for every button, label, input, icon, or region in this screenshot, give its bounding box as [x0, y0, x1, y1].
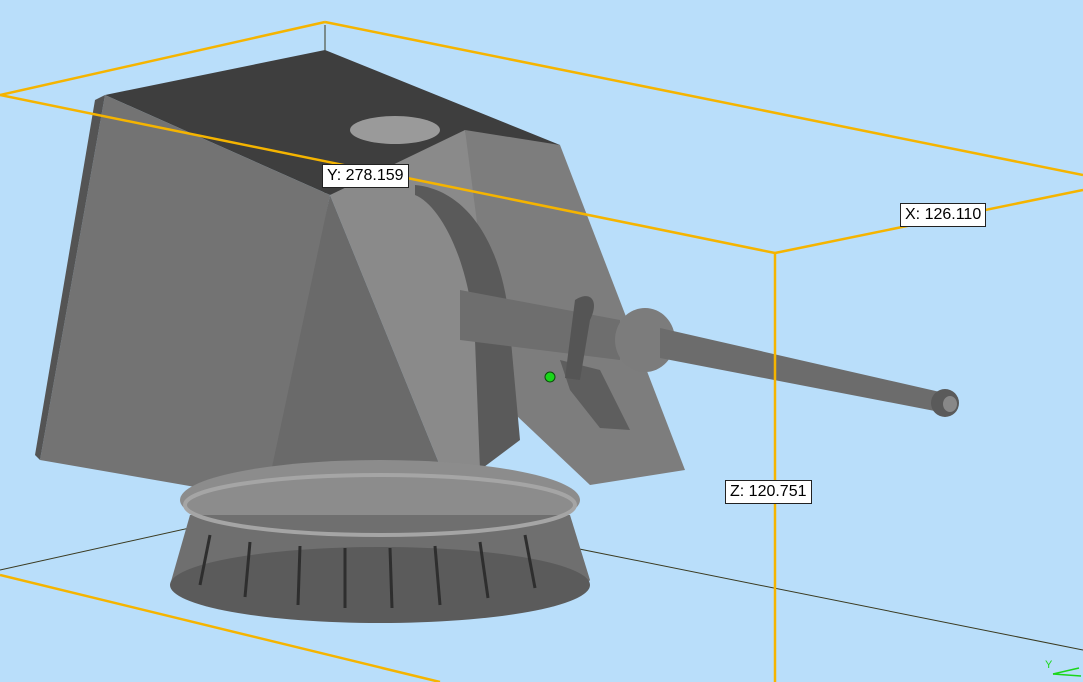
- dimension-label-z: Z: 120.751: [725, 480, 812, 504]
- scene-canvas[interactable]: [0, 0, 1083, 682]
- 3d-viewport[interactable]: Y: 278.159 X: 126.110 Z: 120.751 Y: [0, 0, 1083, 682]
- axis-triad-y-label: Y: [1045, 659, 1053, 671]
- turret-model: [35, 50, 959, 623]
- dimension-label-y: Y: 278.159: [322, 164, 409, 188]
- picked-point-marker[interactable]: [544, 371, 556, 383]
- dimension-label-x: X: 126.110: [900, 203, 987, 227]
- axis-triad-icon: Y: [1045, 659, 1082, 677]
